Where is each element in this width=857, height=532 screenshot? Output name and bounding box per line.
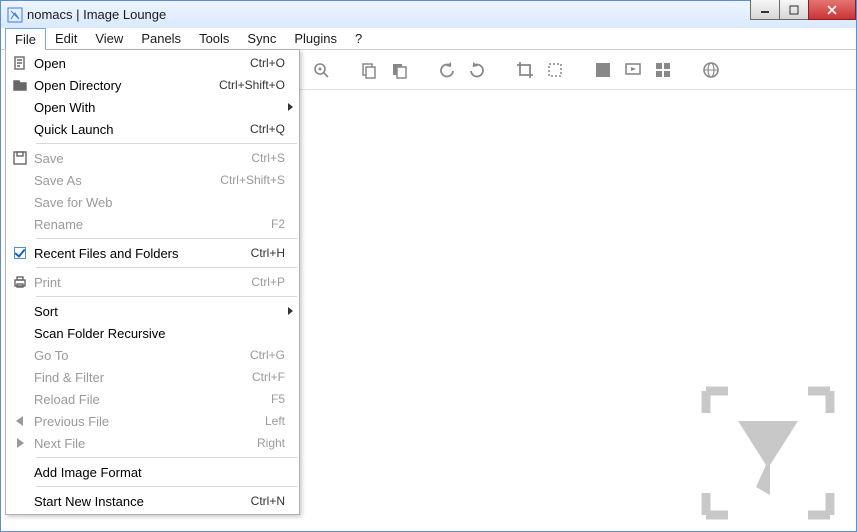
menu-item-label: Print: [34, 275, 251, 290]
menu-tools[interactable]: Tools: [190, 28, 238, 49]
crop-icon[interactable]: [510, 55, 540, 85]
fullscreen-icon[interactable]: [588, 55, 618, 85]
menu-item-print: PrintCtrl+P: [6, 271, 299, 293]
menu-item-label: Open Directory: [34, 78, 219, 93]
menu-item-save-as: Save AsCtrl+Shift+S: [6, 169, 299, 191]
menu-item-shortcut: Ctrl+F: [252, 370, 285, 384]
globe-icon[interactable]: [696, 55, 726, 85]
zoom-reset-icon[interactable]: [306, 55, 336, 85]
menu-item-label: Sort: [34, 304, 285, 319]
rotate-cw-icon[interactable]: [462, 55, 492, 85]
menu-item-label: Save for Web: [34, 195, 285, 210]
minimize-button[interactable]: [750, 0, 780, 20]
image-canvas: [296, 90, 856, 531]
menu-item-label: Recent Files and Folders: [34, 246, 251, 261]
print-icon: [6, 275, 34, 289]
menu-item-previous-file: Previous FileLeft: [6, 410, 299, 432]
check-icon: [6, 247, 34, 259]
save-icon: [6, 151, 34, 165]
file-menu-dropdown: OpenCtrl+OOpen DirectoryCtrl+Shift+OOpen…: [5, 49, 300, 515]
app-icon: [7, 7, 23, 23]
menu-item-rename: RenameF2: [6, 213, 299, 235]
menu-item-open[interactable]: OpenCtrl+O: [6, 52, 299, 74]
menu-item-shortcut: F5: [271, 392, 285, 406]
menu-item-shortcut: Ctrl+Shift+S: [220, 173, 285, 187]
menu-separator: [36, 486, 297, 487]
menu-item-open-directory[interactable]: Open DirectoryCtrl+Shift+O: [6, 74, 299, 96]
menu-item-quick-launch[interactable]: Quick LaunchCtrl+Q: [6, 118, 299, 140]
paste-icon[interactable]: [384, 55, 414, 85]
menu-item-open-with[interactable]: Open With: [6, 96, 299, 118]
maximize-button[interactable]: [779, 0, 809, 20]
window-controls: [751, 0, 856, 20]
menu-item-find-filter: Find & FilterCtrl+F: [6, 366, 299, 388]
menu-item-shortcut: Ctrl+Q: [250, 122, 285, 136]
menu-item-sort[interactable]: Sort: [6, 300, 299, 322]
menu-item-shortcut: Ctrl+Shift+O: [219, 78, 285, 92]
menubar: FileEditViewPanelsToolsSyncPlugins?: [1, 28, 856, 50]
menu-item-label: Open With: [34, 100, 285, 115]
menu-item-label: Start New Instance: [34, 494, 251, 509]
folder-icon: [6, 78, 34, 92]
menu-item-reload-file: Reload FileF5: [6, 388, 299, 410]
thumbs-icon[interactable]: [648, 55, 678, 85]
window-title: nomacs | Image Lounge: [27, 7, 166, 22]
menu-item-shortcut: Ctrl+O: [250, 56, 285, 70]
menu-item-shortcut: Ctrl+S: [251, 151, 285, 165]
menu-item-label: Save As: [34, 173, 220, 188]
menu-item-next-file: Next FileRight: [6, 432, 299, 454]
copy-icon[interactable]: [354, 55, 384, 85]
menu-item-shortcut: F2: [271, 217, 285, 231]
menu-item-label: Previous File: [34, 414, 265, 429]
prev-icon: [6, 414, 34, 428]
menu-item-recent-files-and-folders[interactable]: Recent Files and FoldersCtrl+H: [6, 242, 299, 264]
menu-item-label: Next File: [34, 436, 257, 451]
submenu-arrow-icon: [288, 307, 293, 315]
menu-item-shortcut: Ctrl+G: [250, 348, 285, 362]
menu-separator: [36, 296, 297, 297]
menu-item-add-image-format[interactable]: Add Image Format: [6, 461, 299, 483]
slideshow-icon[interactable]: [618, 55, 648, 85]
next-icon: [6, 436, 34, 450]
menu-item-shortcut: Left: [265, 414, 285, 428]
menu-item-scan-folder-recursive[interactable]: Scan Folder Recursive: [6, 322, 299, 344]
menu-item-label: Reload File: [34, 392, 271, 407]
toolbar: [296, 50, 856, 90]
menu-panels[interactable]: Panels: [132, 28, 190, 49]
menu-item-label: Open: [34, 56, 250, 71]
menu-item-save: SaveCtrl+S: [6, 147, 299, 169]
crop-alt-icon[interactable]: [540, 55, 570, 85]
menu-separator: [36, 267, 297, 268]
menu-item-label: Quick Launch: [34, 122, 250, 137]
menu-item-save-for-web: Save for Web: [6, 191, 299, 213]
menu-item-go-to: Go ToCtrl+G: [6, 344, 299, 366]
menu-file[interactable]: File: [5, 28, 46, 50]
rotate-ccw-icon[interactable]: [432, 55, 462, 85]
menu-separator: [36, 457, 297, 458]
menu-item-label: Scan Folder Recursive: [34, 326, 285, 341]
doc-icon: [6, 56, 34, 70]
nomacs-watermark-icon: [698, 383, 838, 523]
menu-separator: [36, 143, 297, 144]
menu-plugins[interactable]: Plugins: [285, 28, 346, 49]
menu-item-shortcut: Ctrl+P: [251, 275, 285, 289]
menu-item-label: Find & Filter: [34, 370, 252, 385]
app-window: nomacs | Image Lounge FileEditViewPanels…: [0, 0, 857, 532]
menu-item-label: Add Image Format: [34, 465, 285, 480]
menu-view[interactable]: View: [86, 28, 132, 49]
menu-separator: [36, 238, 297, 239]
menu-sync[interactable]: Sync: [238, 28, 285, 49]
menu-item-label: Rename: [34, 217, 271, 232]
menu-help[interactable]: ?: [346, 28, 371, 49]
menu-edit[interactable]: Edit: [46, 28, 86, 49]
close-button[interactable]: [808, 0, 856, 20]
menu-item-label: Save: [34, 151, 251, 166]
submenu-arrow-icon: [288, 103, 293, 111]
menu-item-shortcut: Ctrl+H: [251, 246, 285, 260]
menu-item-shortcut: Ctrl+N: [251, 494, 285, 508]
titlebar: nomacs | Image Lounge: [1, 0, 856, 28]
menu-item-label: Go To: [34, 348, 250, 363]
menu-item-start-new-instance[interactable]: Start New InstanceCtrl+N: [6, 490, 299, 512]
menu-item-shortcut: Right: [257, 436, 285, 450]
